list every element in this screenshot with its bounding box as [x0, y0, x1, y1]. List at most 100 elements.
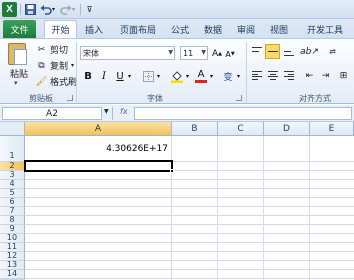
fx-icon[interactable]: fx [120, 107, 128, 116]
group-separator [246, 42, 247, 102]
fill-color-dropdown-icon[interactable]: ▾ [184, 68, 191, 84]
borders-icon [142, 70, 154, 82]
fill-bucket-icon [171, 70, 183, 83]
top-align-button[interactable] [249, 44, 264, 59]
gridline [25, 179, 354, 180]
cut-button[interactable]: ✂ 剪切 [36, 43, 69, 57]
grow-font-button[interactable]: A ▲ [211, 46, 223, 62]
font-color-letter-icon: A [197, 69, 205, 81]
copy-icon: ⧉ [38, 60, 45, 71]
tab-developer[interactable]: 开发工具 [300, 20, 350, 38]
top-align-icon [251, 47, 262, 56]
tab-file[interactable]: 文件 [3, 20, 36, 38]
gridline [25, 242, 354, 243]
borders-button[interactable] [141, 68, 155, 84]
gridline [171, 136, 172, 280]
tab-review[interactable]: 审阅 [232, 20, 260, 38]
formula-bar: A2 ▼ fx [0, 105, 354, 122]
gridline [217, 136, 218, 280]
font-name-value: 宋体 [83, 48, 99, 58]
font-size-select[interactable]: 11 ▼ [180, 46, 208, 60]
font-launcher-icon[interactable] [236, 95, 242, 101]
copy-label: 复制 [50, 62, 69, 72]
underline-dropdown-icon[interactable]: ▾ [126, 68, 133, 84]
paste-label: 粘贴 [10, 70, 29, 80]
gridline [309, 136, 310, 280]
gridline [25, 251, 354, 252]
wrap-text-button[interactable]: ⇌ [325, 44, 340, 59]
column-header-d[interactable]: D [264, 122, 310, 136]
customize-qat-icon[interactable]: ⊽ [82, 2, 97, 17]
merge-center-button[interactable]: ⊞ [336, 68, 351, 83]
align-left-icon [251, 71, 262, 80]
clipboard-launcher-icon[interactable] [67, 95, 73, 101]
undo-dropdown-icon[interactable]: ▾ [50, 2, 57, 17]
row-header-14[interactable]: 14 [0, 270, 25, 279]
tab-view[interactable]: 视图 [265, 20, 293, 38]
row-header-1[interactable]: 1 [0, 136, 25, 162]
excel-app-icon[interactable]: X [2, 2, 17, 17]
select-all-corner[interactable] [0, 122, 25, 136]
column-header-a[interactable]: A [25, 122, 172, 136]
align-center-button[interactable] [265, 68, 280, 83]
decrease-indent-button[interactable]: ⇤ [302, 68, 317, 83]
copy-dropdown-icon[interactable]: ▾ [71, 62, 74, 69]
shrink-font-button[interactable]: A ▼ [224, 46, 236, 62]
bottom-align-icon [283, 47, 294, 56]
tab-data[interactable]: 数据 [199, 20, 227, 38]
cell-a1[interactable]: 4.30626E+17 [26, 144, 168, 154]
copy-button[interactable]: ⧉ 复制 ▾ [36, 59, 74, 73]
wrap-text-icon: ⇌ [329, 47, 336, 56]
worksheet-grid[interactable]: A B C D E 1 2 3 4 5 6 7 8 9 10 11 12 13 … [0, 122, 354, 280]
group-separator [76, 42, 77, 102]
title-bar: X ▾ ▾ ⊽ [0, 0, 354, 19]
formula-bar-splitter[interactable] [112, 107, 113, 120]
column-header-c[interactable]: C [218, 122, 264, 136]
align-left-button[interactable] [249, 68, 264, 83]
phonetic-button[interactable]: 变 [221, 68, 235, 84]
bottom-align-button[interactable] [281, 44, 296, 59]
middle-align-icon [267, 47, 278, 56]
borders-dropdown-icon[interactable]: ▾ [155, 68, 162, 84]
font-name-select[interactable]: 宋体 ▼ [80, 46, 175, 60]
format-painter-button[interactable]: 🖌 格式刷 [35, 75, 77, 89]
phonetic-dropdown-icon[interactable]: ▾ [235, 68, 242, 84]
orientation-button[interactable]: ab↗ [300, 44, 319, 59]
gridline [25, 278, 354, 279]
font-group-label: 字体 [147, 94, 163, 103]
cut-label: 剪切 [50, 46, 69, 56]
middle-align-button[interactable] [265, 44, 280, 59]
bold-button[interactable]: B [82, 68, 94, 84]
decrease-indent-icon: ⇤ [305, 70, 314, 81]
font-color-swatch [195, 80, 207, 83]
name-box-dropdown-icon[interactable]: ▼ [104, 108, 109, 115]
font-color-button[interactable]: A [194, 68, 208, 84]
font-color-dropdown-icon[interactable]: ▾ [208, 68, 215, 84]
tab-page-layout[interactable]: 页面布局 [113, 20, 163, 38]
align-right-button[interactable] [281, 68, 296, 83]
tab-home[interactable]: 开始 [44, 20, 77, 38]
fill-color-button[interactable] [170, 68, 184, 84]
redo-dropdown-icon[interactable]: ▾ [70, 2, 77, 17]
fill-handle[interactable] [170, 169, 174, 173]
save-icon[interactable] [23, 2, 38, 17]
gridline [25, 224, 354, 225]
gridline [25, 233, 354, 234]
align-right-icon [283, 71, 294, 80]
paste-dropdown-icon[interactable]: ▾ [14, 79, 18, 87]
tab-formulas[interactable]: 公式 [166, 20, 194, 38]
name-box[interactable]: A2 [2, 107, 102, 120]
increase-indent-icon: ⇥ [321, 70, 330, 81]
italic-button[interactable]: I [98, 68, 110, 84]
gridline [25, 197, 354, 198]
active-cell-a2[interactable] [24, 160, 173, 172]
column-header-e[interactable]: E [310, 122, 354, 136]
underline-button[interactable]: U [114, 68, 126, 84]
tab-insert[interactable]: 插入 [80, 20, 108, 38]
gridline [25, 260, 354, 261]
increase-indent-button[interactable]: ⇥ [318, 68, 333, 83]
formula-input[interactable] [134, 107, 352, 120]
orientation-icon: ab↗ [300, 46, 319, 57]
column-header-b[interactable]: B [172, 122, 218, 136]
format-painter-icon: 🖌 [35, 76, 48, 87]
